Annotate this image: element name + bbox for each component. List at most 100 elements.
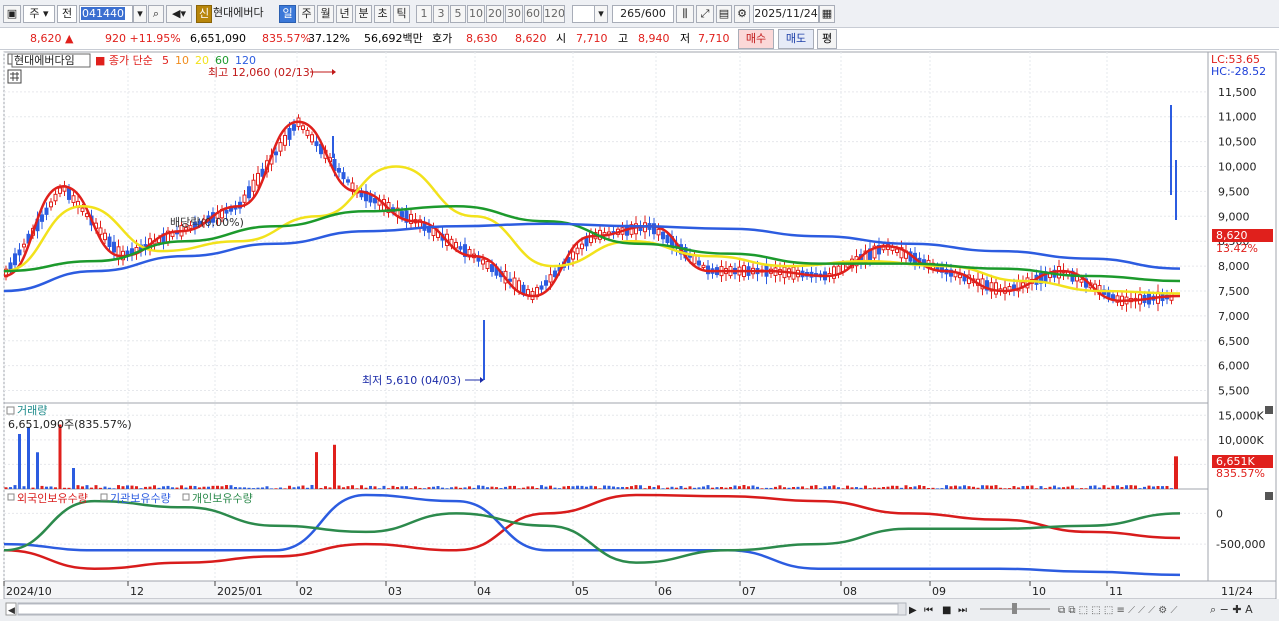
prev-button[interactable]: 전 xyxy=(57,5,77,23)
volume-bar xyxy=(1120,486,1124,489)
eval-button[interactable]: 평 xyxy=(817,29,837,49)
candle-body xyxy=(571,251,575,260)
scroll-right-icon[interactable]: ▶ xyxy=(909,605,917,616)
interval-3[interactable]: 년 xyxy=(336,5,353,23)
tool-icons[interactable]: ⧉ ⧉ ⬚ ⬚ ⬚ ≡ ⟋ ⟋ ⟋ ⚙ ⟋ xyxy=(1058,605,1177,616)
first-page-icon[interactable]: ⏮ xyxy=(924,605,933,616)
minute-option-3[interactable]: 10 xyxy=(467,5,485,23)
last-page-icon[interactable]: ⏭ xyxy=(958,605,967,616)
buy-button[interactable]: 매수 xyxy=(738,29,774,49)
scroll-left-icon: ◀ xyxy=(8,606,15,616)
volume-bar xyxy=(238,487,242,489)
volume-bar xyxy=(877,487,881,489)
stop-icon[interactable]: ■ xyxy=(942,605,951,616)
volume-bar xyxy=(414,486,417,489)
volume-bar xyxy=(990,485,993,489)
minute-option-5[interactable]: 30 xyxy=(505,5,523,23)
volume-bar xyxy=(117,485,120,489)
volume-bar xyxy=(738,486,741,489)
period-select[interactable]: 주 ▾ xyxy=(23,5,55,23)
candle-type-icon[interactable]: ⫼ xyxy=(676,5,694,23)
minute-dropdown-icon[interactable]: ▾ xyxy=(594,5,608,23)
bar-count-field[interactable]: 265/600 xyxy=(612,5,674,23)
volume-bar xyxy=(702,486,705,489)
volume-bar xyxy=(1017,487,1020,489)
trend-tool-icon[interactable]: ⤢ xyxy=(696,5,714,23)
volume-bar xyxy=(207,486,210,489)
minute-option-2[interactable]: 5 xyxy=(450,5,466,23)
minute-option-1[interactable]: 3 xyxy=(433,5,449,23)
volume-bar xyxy=(918,485,921,489)
zoom-slider-handle[interactable] xyxy=(1012,603,1017,614)
speaker-icon[interactable]: ◀▾ xyxy=(166,5,192,23)
x-tick-label: 08 xyxy=(843,585,857,598)
gear-icon[interactable]: ⚙ xyxy=(734,5,750,23)
volume-bar xyxy=(589,485,593,489)
volume-bar xyxy=(324,486,327,489)
volume-bar xyxy=(972,486,975,489)
volume-bar xyxy=(612,486,615,489)
holding-legend-swatch xyxy=(100,493,108,501)
volume-bar xyxy=(292,487,296,489)
volume-bar xyxy=(805,488,809,489)
volume-bar xyxy=(468,486,471,489)
sell-button[interactable]: 매도 xyxy=(778,29,814,49)
volume-bar xyxy=(963,485,966,489)
volume-bar xyxy=(490,486,494,489)
volume-panel-close-icon[interactable] xyxy=(1265,406,1273,414)
volume-bar xyxy=(378,488,381,489)
volume-bar xyxy=(873,487,876,489)
volume-bar xyxy=(265,486,269,489)
volume-bar xyxy=(769,487,773,489)
holding-panel-close-icon[interactable] xyxy=(1265,492,1273,500)
minute-option-6[interactable]: 60 xyxy=(524,5,542,23)
volume-bar xyxy=(1039,486,1043,489)
volume-bar xyxy=(301,485,305,489)
volume-bar xyxy=(85,485,89,489)
stock-code-dropdown-icon[interactable]: ▾ xyxy=(133,5,147,23)
chart-menu-icon[interactable]: ▣ xyxy=(3,5,21,23)
stock-chart[interactable]: 5,5006,0006,5007,0007,5008,0008,5009,000… xyxy=(0,50,1279,621)
interval-0[interactable]: 일 xyxy=(279,5,296,23)
volume-bar xyxy=(153,485,156,489)
prev-button-label: 전 xyxy=(61,7,73,20)
interval-4[interactable]: 분 xyxy=(355,5,372,23)
quote-bar: 8,620 ▲ 920 +11.95% 6,651,090 835.57% 37… xyxy=(0,28,1279,50)
interval-2[interactable]: 월 xyxy=(317,5,334,23)
volume-bar xyxy=(31,487,35,489)
search-icon[interactable]: ⌕ xyxy=(148,5,164,23)
scrollbar-thumb[interactable] xyxy=(17,603,899,615)
volume-bar xyxy=(675,487,678,489)
holding-tick-label: 0 xyxy=(1216,507,1223,520)
volume-bar xyxy=(4,487,8,489)
volume-bar xyxy=(387,488,390,489)
minute-option-4[interactable]: 20 xyxy=(486,5,504,23)
interval-1[interactable]: 주 xyxy=(298,5,315,23)
volume-bar xyxy=(693,487,696,489)
volume-bar xyxy=(346,486,350,489)
legend-ma-title: ■ 종가 단순 xyxy=(95,54,153,67)
volume-bar xyxy=(252,488,255,489)
volume-bar xyxy=(949,486,953,489)
date-field[interactable]: 2025/11/24 xyxy=(753,5,819,23)
interval-6[interactable]: 틱 xyxy=(393,5,410,23)
minute-option-7[interactable]: 120 xyxy=(543,5,565,23)
volume-bar xyxy=(481,485,485,489)
x-tick-label: 04 xyxy=(477,585,491,598)
calendar-icon[interactable]: ▦ xyxy=(819,5,835,23)
save-icon[interactable]: ▤ xyxy=(716,5,732,23)
candle-body xyxy=(229,207,233,212)
candle-body xyxy=(305,129,310,137)
dividend-annotation: 배당락(0.00%) xyxy=(170,216,244,229)
volume-bar xyxy=(391,485,395,489)
volume-bar xyxy=(463,487,467,489)
stock-code-input[interactable]: 041440 xyxy=(79,5,133,23)
volume-bar xyxy=(157,487,161,489)
volume-ratio: 835.57% xyxy=(262,32,311,45)
interval-5[interactable]: 초 xyxy=(374,5,391,23)
minute-option-0[interactable]: 1 xyxy=(416,5,432,23)
volume-bar xyxy=(450,487,453,489)
volume-bar xyxy=(355,488,359,489)
grid-toggle-icon[interactable] xyxy=(7,69,22,84)
zoom-icons[interactable]: ⌕ − ✚ A xyxy=(1210,603,1253,616)
